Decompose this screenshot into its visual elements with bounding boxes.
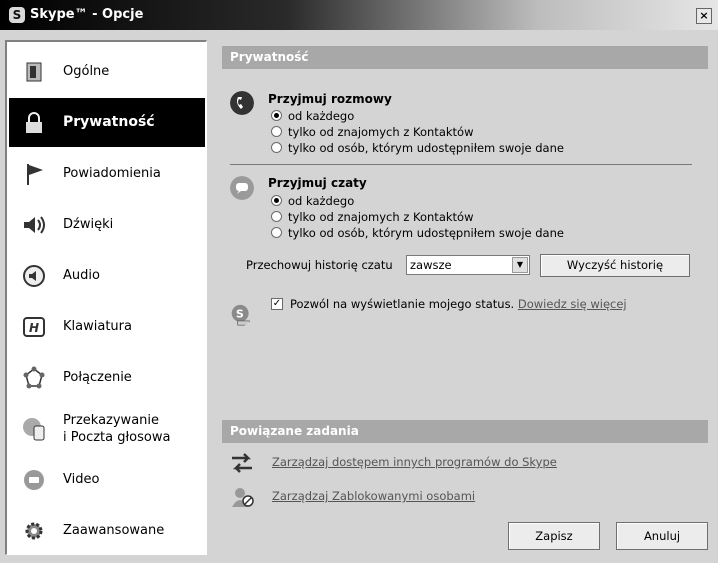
radio-label: tylko od znajomych z Kontaktów [288, 124, 474, 139]
radio-button[interactable] [271, 195, 282, 206]
audio-icon [21, 263, 47, 289]
manage-program-access-link[interactable]: Zarządzaj dostępem innych programów do S… [272, 455, 557, 469]
show-status-label: Pozwól na wyświetlanie mojego status. Do… [290, 297, 627, 311]
svg-text:H: H [29, 321, 39, 335]
sidebar-item-connection[interactable]: Połączenie [9, 353, 205, 402]
sidebar-item-label: Przekazywanie i Poczta głosowa [63, 412, 171, 445]
calls-option-shared-details[interactable]: tylko od osób, którym udostępniłem swoje… [271, 140, 564, 155]
radio-label: od każdego [288, 193, 355, 208]
privacy-header: Prywatność [222, 46, 708, 69]
radio-button[interactable] [271, 142, 282, 153]
chats-option-shared-details[interactable]: tylko od osób, którym udostępniłem swoje… [271, 225, 564, 240]
speaker-icon [21, 212, 47, 238]
related-tasks-header: Powiązane zadania [222, 420, 708, 443]
calls-option-contacts[interactable]: tylko od znajomych z Kontaktów [271, 124, 473, 139]
sidebar-item-general[interactable]: Ogólne [9, 47, 205, 96]
sidebar-item-notifications[interactable]: Powiadomienia [9, 149, 205, 198]
cancel-button[interactable]: Anuluj [616, 522, 708, 550]
video-icon [21, 467, 47, 493]
radio-button[interactable] [271, 227, 282, 238]
learn-more-link[interactable]: Dowiedz się więcej [518, 297, 627, 311]
show-status-checkbox[interactable]: ✓ [271, 298, 283, 310]
sidebar-item-label: Dźwięki [63, 217, 114, 232]
sidebar-item-label: Audio [63, 268, 100, 283]
keyboard-icon: H [21, 314, 47, 340]
skype-status-icon: S [231, 304, 250, 326]
sidebar: Ogólne Prywatność Powiadomienia Dźwięki … [5, 40, 207, 555]
forwarding-icon [21, 416, 47, 442]
show-status-text: Pozwól na wyświetlanie mojego status. [290, 297, 515, 311]
radio-label: od każdego [288, 108, 355, 123]
blocked-user-icon [232, 488, 254, 507]
arrows-icon [232, 453, 252, 473]
radio-label: tylko od znajomych z Kontaktów [288, 209, 474, 224]
gear-icon [21, 518, 47, 544]
calls-title: Przyjmuj rozmowy [268, 92, 392, 106]
radio-button[interactable] [271, 211, 282, 222]
chats-option-contacts[interactable]: tylko od znajomych z Kontaktów [271, 209, 473, 224]
sidebar-item-label: Prywatność [63, 114, 155, 130]
radio-label: tylko od osób, którym udostępniłem swoje… [288, 225, 564, 240]
connection-icon [21, 365, 47, 391]
chat-icon [230, 176, 254, 200]
lock-icon [21, 110, 47, 136]
sidebar-item-sounds[interactable]: Dźwięki [9, 200, 205, 249]
radio-label: tylko od osób, którym udostępniłem swoje… [288, 140, 564, 155]
section-divider [230, 164, 692, 165]
radio-button[interactable] [271, 126, 282, 137]
options-window: S Skype™ - Opcje × Ogólne Prywatność Pow… [0, 0, 718, 563]
task-manage-blocked-users[interactable]: Zarządzaj Zablokowanymi osobami [230, 486, 700, 508]
calls-option-everyone[interactable]: od każdego [271, 108, 354, 123]
general-icon [21, 59, 47, 85]
flag-icon [21, 161, 47, 187]
sidebar-item-forwarding[interactable]: Przekazywanie i Poczta głosowa [9, 404, 205, 453]
radio-button[interactable] [271, 110, 282, 121]
sidebar-item-label: Video [63, 472, 100, 487]
sidebar-item-privacy[interactable]: Prywatność [9, 98, 205, 147]
chats-option-everyone[interactable]: od każdego [271, 193, 354, 208]
sidebar-item-audio[interactable]: Audio [9, 251, 205, 300]
sidebar-item-keyboard[interactable]: H Klawiatura [9, 302, 205, 351]
sidebar-item-label: Powiadomienia [63, 166, 161, 181]
sidebar-item-label: Klawiatura [63, 319, 132, 334]
sidebar-item-label: Połączenie [63, 370, 132, 385]
sidebar-item-label: Ogólne [63, 64, 110, 79]
skype-app-icon: S [9, 7, 25, 23]
chats-title: Przyjmuj czaty [268, 176, 367, 190]
chat-history-label: Przechowuj historię czatu [246, 258, 393, 272]
svg-text:S: S [236, 308, 244, 321]
dropdown-arrow-icon[interactable]: ▼ [512, 257, 528, 273]
sidebar-item-video[interactable]: Video [9, 455, 205, 504]
title-bar[interactable]: S Skype™ - Opcje × [0, 0, 718, 30]
sidebar-item-label: Zaawansowane [63, 523, 165, 538]
manage-blocked-users-link[interactable]: Zarządzaj Zablokowanymi osobami [272, 489, 475, 503]
phone-icon [230, 91, 254, 115]
chat-history-value: zawsze [410, 258, 452, 272]
clear-history-button[interactable]: Wyczyść historię [540, 254, 690, 277]
close-button[interactable]: × [696, 8, 712, 24]
sidebar-item-advanced[interactable]: Zaawansowane [9, 506, 205, 555]
save-button[interactable]: Zapisz [508, 522, 600, 550]
task-manage-program-access[interactable]: Zarządzaj dostępem innych programów do S… [230, 452, 700, 474]
window-title: Skype™ - Opcje [30, 7, 144, 22]
chat-history-select[interactable]: zawsze ▼ [406, 255, 530, 275]
